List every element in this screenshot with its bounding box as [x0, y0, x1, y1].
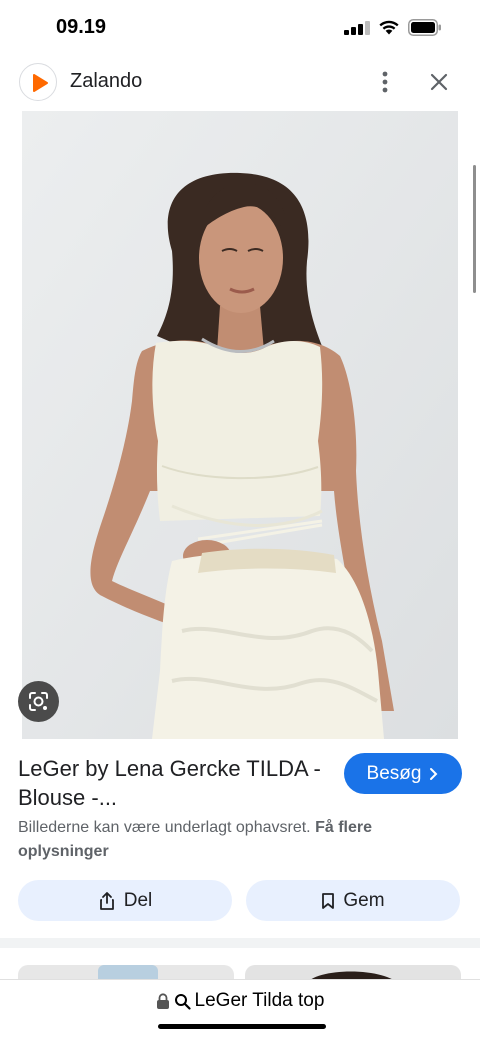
browser-header: Zalando	[0, 56, 480, 108]
save-button[interactable]: Gem	[246, 880, 460, 921]
visit-button-label: Besøg	[366, 762, 422, 784]
wifi-icon	[379, 20, 399, 35]
visit-button[interactable]: Besøg	[344, 753, 462, 794]
share-icon	[99, 891, 114, 910]
home-indicator[interactable]	[158, 1024, 326, 1029]
share-button-label: Del	[123, 889, 153, 911]
product-image[interactable]	[22, 111, 458, 739]
lens-search-icon[interactable]	[18, 681, 59, 722]
product-photo	[22, 111, 458, 739]
chevron-right-icon	[430, 767, 438, 780]
close-icon[interactable]	[423, 66, 455, 98]
save-button-label: Gem	[343, 889, 385, 911]
status-time: 09.19	[56, 16, 107, 38]
more-options-icon[interactable]	[370, 66, 400, 98]
url-query: LeGer Tilda top	[194, 990, 325, 1011]
status-bar: 09.19	[0, 0, 480, 56]
section-divider	[0, 938, 480, 948]
search-icon	[174, 993, 191, 1010]
url-bar[interactable]: LeGer Tilda top	[0, 979, 480, 1038]
scrollbar[interactable]	[473, 165, 476, 293]
zalando-logo-icon	[19, 63, 57, 101]
product-title[interactable]: LeGer by Lena Gercke TILDA - Blouse -...	[18, 754, 328, 812]
lock-icon	[156, 992, 169, 1009]
battery-icon	[408, 19, 441, 36]
url-row[interactable]: LeGer Tilda top	[0, 990, 480, 1012]
signal-icon	[344, 21, 370, 35]
copyright-text: Billederne kan være underlagt ophavsret.	[18, 819, 311, 836]
copyright-notice: Billederne kan være underlagt ophavsret.…	[18, 816, 458, 864]
site-name: Zalando	[70, 70, 143, 92]
bookmark-icon	[322, 892, 335, 909]
share-button[interactable]: Del	[18, 880, 232, 921]
